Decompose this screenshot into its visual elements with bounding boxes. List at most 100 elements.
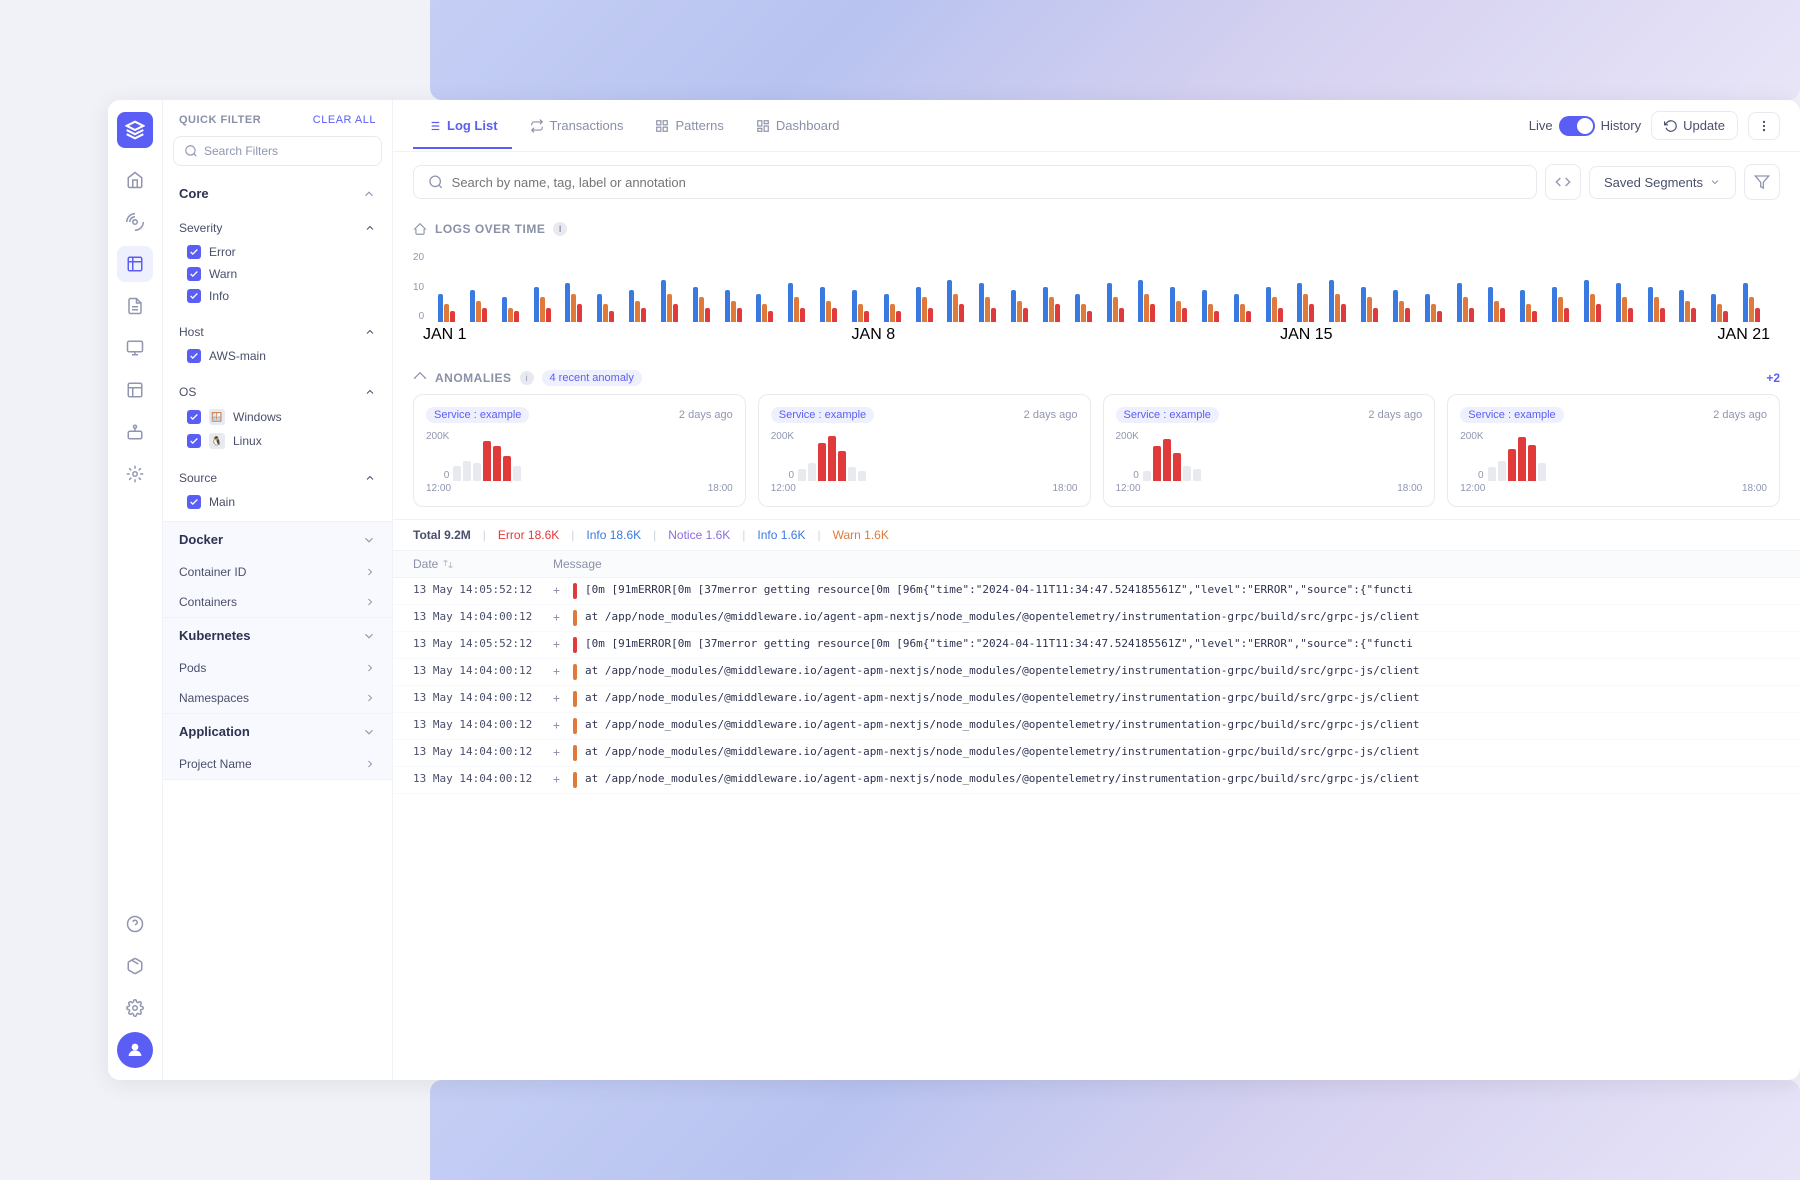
sidebar-item-home[interactable] (117, 162, 153, 198)
table-row[interactable]: 13 May 14:05:52:12+[0m [91mERROR[0m [37m… (393, 578, 1800, 605)
k8s-namespaces[interactable]: Namespaces (163, 683, 392, 713)
os-linux-item[interactable]: 🐧 Linux (163, 429, 392, 453)
severity-error-item[interactable]: Error (163, 241, 392, 263)
log-expand-button[interactable]: + (553, 718, 573, 732)
bar-segment (1303, 294, 1308, 322)
update-button[interactable]: Update (1651, 111, 1738, 140)
log-expand-button[interactable]: + (553, 583, 573, 597)
sidebar-item-file[interactable] (117, 288, 153, 324)
anomaly-badge[interactable]: 4 recent anomaly (542, 370, 642, 386)
bar-group (1457, 283, 1486, 322)
host-header[interactable]: Host (163, 319, 392, 345)
log-message: at /app/node_modules/@middleware.io/agen… (585, 664, 1780, 677)
bar-group (1329, 280, 1358, 322)
bar-segment (1596, 304, 1601, 322)
log-message: at /app/node_modules/@middleware.io/agen… (585, 772, 1780, 785)
search-input-wrap[interactable] (413, 165, 1537, 199)
logs-info-icon[interactable]: i (553, 222, 567, 236)
bar-segment (1488, 287, 1493, 322)
log-date: 13 May 14:05:52:12 (413, 583, 553, 596)
tab-transactions[interactable]: Transactions (516, 104, 638, 149)
app-project-name[interactable]: Project Name (163, 749, 392, 779)
severity-info-checkbox[interactable] (187, 289, 201, 303)
bar-segment (597, 294, 602, 322)
main-content: Log List Transactions Patterns Dashboard… (393, 100, 1800, 1080)
log-date: 13 May 14:04:00:12 (413, 610, 553, 623)
clear-all-button[interactable]: Clear All (313, 114, 376, 126)
sidebar-item-settings[interactable] (117, 990, 153, 1026)
app-logo[interactable] (117, 112, 153, 148)
severity-indicator (573, 718, 577, 734)
core-section-header[interactable]: Core (163, 176, 392, 211)
sidebar-item-bot[interactable] (117, 414, 153, 450)
bar-segment (508, 308, 513, 322)
bar-segment (1087, 311, 1092, 322)
sidebar-item-fingerprint[interactable] (117, 204, 153, 240)
sidebar-item-monitor[interactable] (117, 330, 153, 366)
sidebar-item-support[interactable] (117, 906, 153, 942)
kubernetes-header[interactable]: Kubernetes (163, 618, 392, 653)
tab-log-list[interactable]: Log List (413, 104, 512, 149)
source-header[interactable]: Source (163, 465, 392, 491)
docker-header[interactable]: Docker (163, 522, 392, 557)
log-expand-button[interactable]: + (553, 772, 573, 786)
severity-warn-checkbox[interactable] (187, 267, 201, 281)
docker-container-id[interactable]: Container ID (163, 557, 392, 587)
bar-segment (1660, 308, 1665, 322)
log-message: at /app/node_modules/@middleware.io/agen… (585, 718, 1780, 731)
source-main-item[interactable]: Main (163, 491, 392, 513)
os-linux-checkbox[interactable] (187, 434, 201, 448)
bar-segment (762, 304, 767, 322)
anomaly-card-4: Service : example 2 days ago 200K 0 (1447, 394, 1780, 507)
code-button[interactable] (1545, 164, 1581, 200)
table-row[interactable]: 13 May 14:04:00:12+at /app/node_modules/… (393, 686, 1800, 713)
sidebar-item-chart[interactable] (117, 372, 153, 408)
source-main-checkbox[interactable] (187, 495, 201, 509)
log-expand-button[interactable]: + (553, 610, 573, 624)
severity-info-item[interactable]: Info (163, 285, 392, 307)
filter-search[interactable]: Search Filters (173, 136, 382, 166)
bar-segment (1393, 290, 1398, 322)
anomalies-info-icon[interactable]: i (520, 371, 534, 385)
log-expand-button[interactable]: + (553, 745, 573, 759)
docker-containers[interactable]: Containers (163, 587, 392, 617)
sidebar-item-logs[interactable] (117, 246, 153, 282)
tab-dashboard[interactable]: Dashboard (742, 104, 854, 149)
os-header[interactable]: OS (163, 379, 392, 405)
bar-segment (864, 311, 869, 322)
os-windows-checkbox[interactable] (187, 410, 201, 424)
mini-chart-labels-3: 12:00 18:00 (1116, 483, 1423, 494)
log-expand-button[interactable]: + (553, 664, 573, 678)
project-name-label: Project Name (179, 757, 252, 771)
sidebar-item-package[interactable] (117, 948, 153, 984)
service-tag-3: Service : example (1116, 407, 1219, 423)
table-row[interactable]: 13 May 14:04:00:12+at /app/node_modules/… (393, 740, 1800, 767)
table-row[interactable]: 13 May 14:05:52:12+[0m [91mERROR[0m [37m… (393, 632, 1800, 659)
bar-segment (1622, 297, 1627, 322)
os-windows-item[interactable]: 🪟 Windows (163, 405, 392, 429)
filter-icon-button[interactable] (1744, 164, 1780, 200)
saved-segments-label: Saved Segments (1604, 175, 1703, 190)
sidebar-item-user[interactable] (117, 1032, 153, 1068)
table-row[interactable]: 13 May 14:04:00:12+at /app/node_modules/… (393, 713, 1800, 740)
saved-segments-button[interactable]: Saved Segments (1589, 166, 1736, 199)
live-toggle-switch[interactable] (1559, 116, 1595, 136)
tab-patterns[interactable]: Patterns (641, 104, 737, 149)
application-header[interactable]: Application (163, 714, 392, 749)
sidebar-item-integration[interactable] (117, 456, 153, 492)
k8s-pods[interactable]: Pods (163, 653, 392, 683)
host-awsmain-checkbox[interactable] (187, 349, 201, 363)
severity-error-checkbox[interactable] (187, 245, 201, 259)
table-row[interactable]: 13 May 14:04:00:12+at /app/node_modules/… (393, 659, 1800, 686)
log-expand-button[interactable]: + (553, 691, 573, 705)
bar-segment (725, 290, 730, 322)
host-awsmain-item[interactable]: AWS-main (163, 345, 392, 367)
severity-header[interactable]: Severity (163, 215, 392, 241)
anomaly-plus[interactable]: +2 (1766, 371, 1780, 385)
log-expand-button[interactable]: + (553, 637, 573, 651)
table-row[interactable]: 13 May 14:04:00:12+at /app/node_modules/… (393, 605, 1800, 632)
search-input[interactable] (452, 175, 1522, 190)
severity-warn-item[interactable]: Warn (163, 263, 392, 285)
more-button[interactable] (1748, 112, 1780, 140)
table-row[interactable]: 13 May 14:04:00:12+at /app/node_modules/… (393, 767, 1800, 794)
